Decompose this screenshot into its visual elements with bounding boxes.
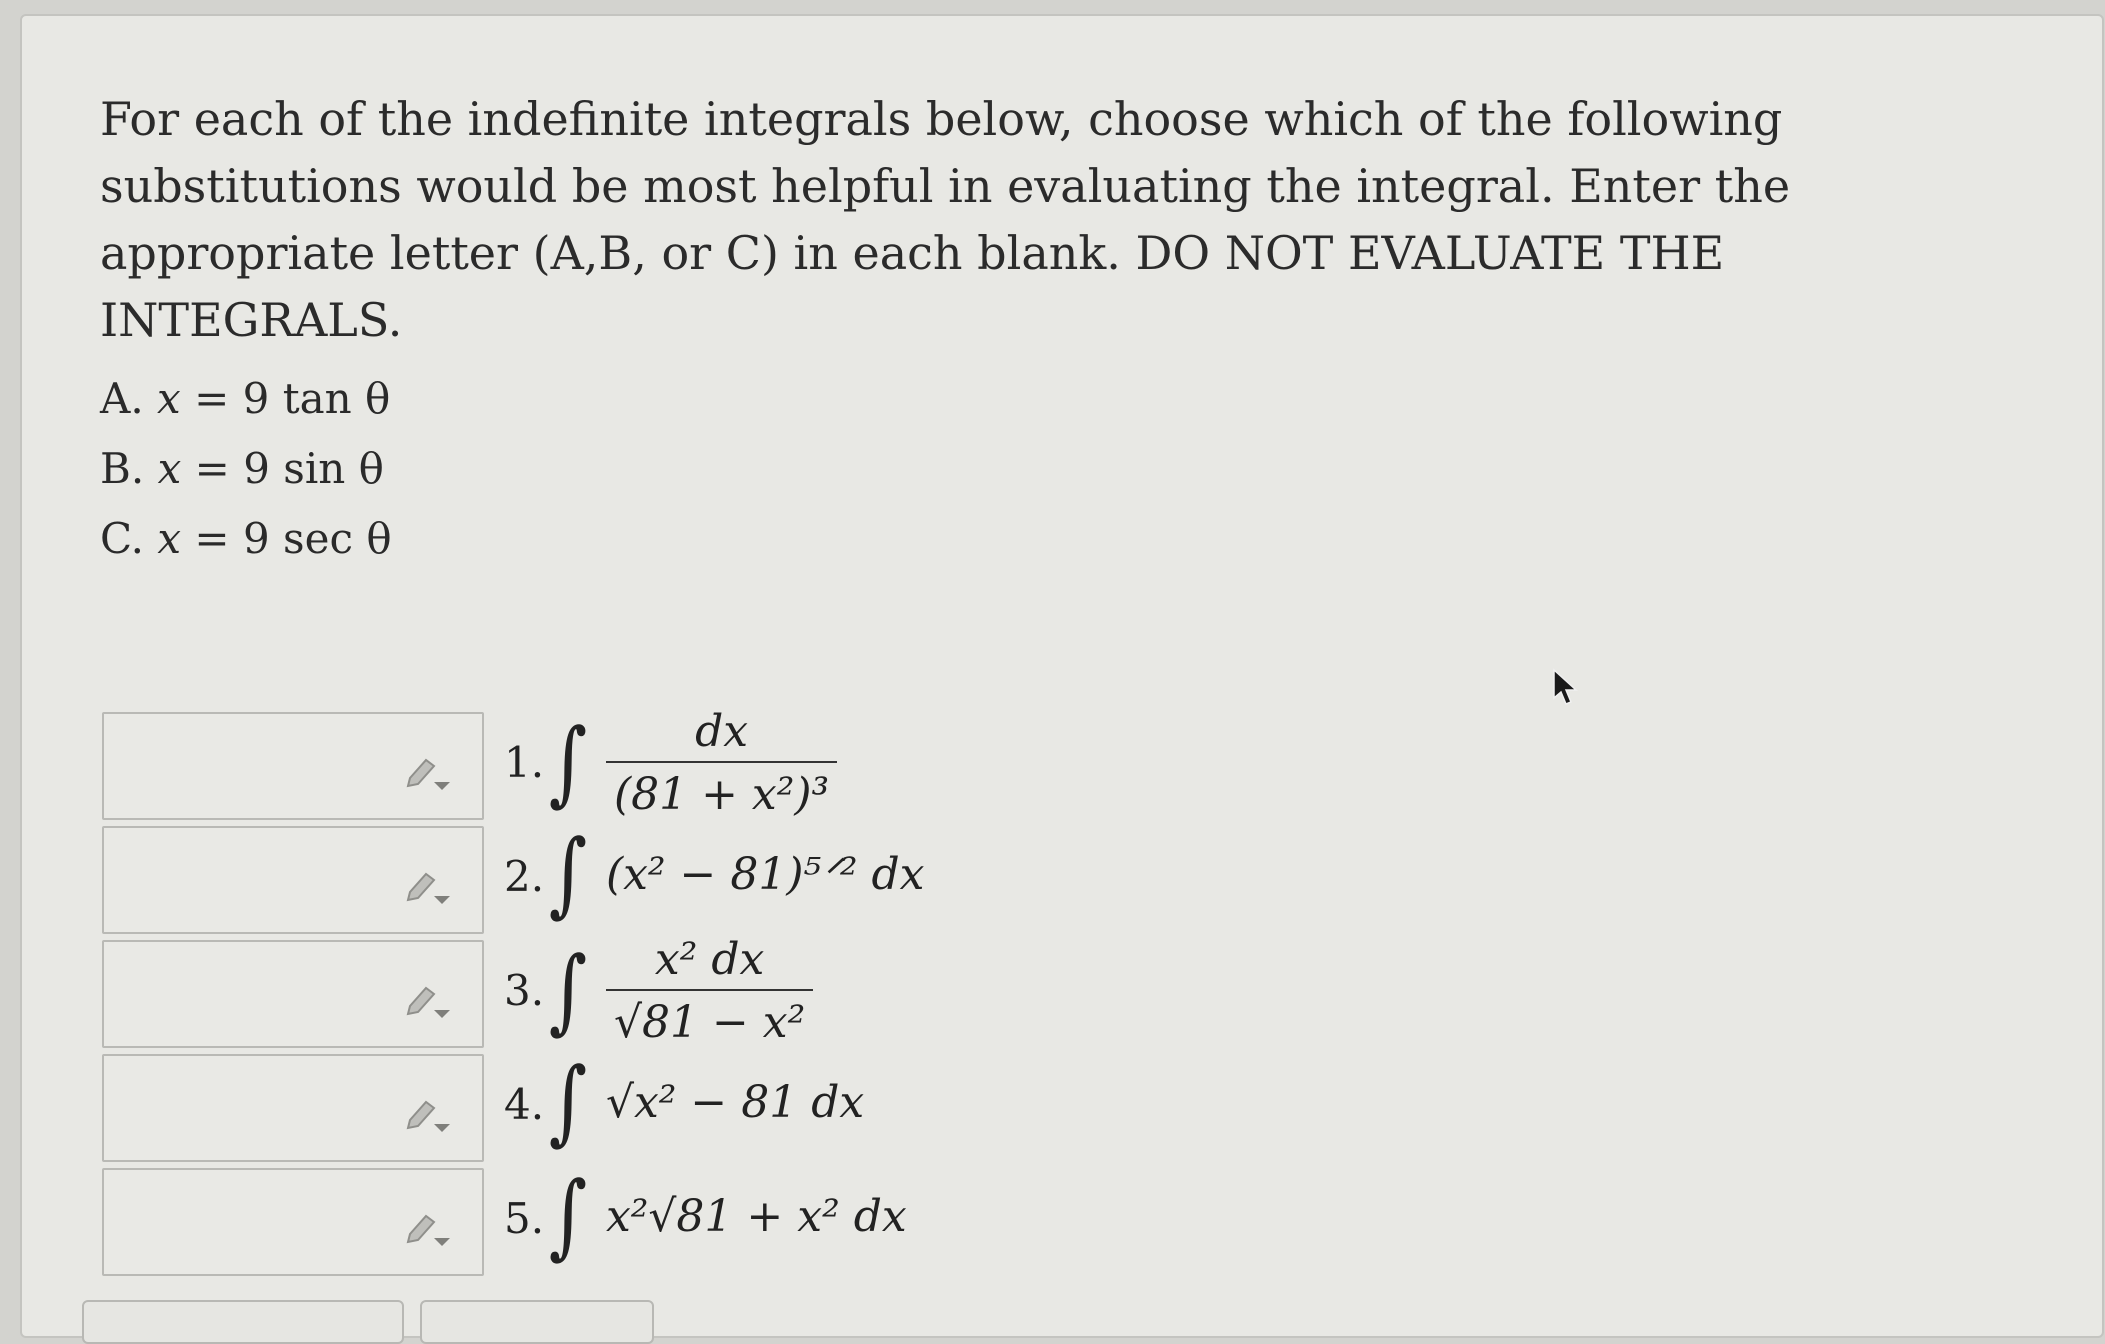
- choice-substitution: 9 sec θ: [242, 514, 392, 563]
- numerator: x² dx: [605, 934, 814, 991]
- item-number: 2.: [504, 852, 545, 901]
- pencil-dropdown-icon[interactable]: [404, 748, 458, 792]
- choice-c: C. x = 9 sec θ: [100, 508, 392, 578]
- answer-box-2[interactable]: [102, 826, 484, 934]
- denominator: (81 + x²)³: [613, 769, 830, 820]
- choice-b: B. x = 9 sin θ: [100, 438, 392, 508]
- integrand: √x² − 81 dx: [605, 1076, 865, 1128]
- choice-variable: x: [157, 444, 182, 493]
- substitution-choices: A. x = 9 tan θ B. x = 9 sin θ C. x = 9 s…: [100, 368, 392, 578]
- choice-equals: =: [194, 444, 230, 493]
- integral-sign: ∫: [548, 1162, 588, 1269]
- integral-expression: ∫ x² dx √81 − x²: [544, 934, 1444, 1048]
- fraction: x² dx √81 − x²: [605, 934, 814, 1048]
- choice-letter: A.: [100, 374, 144, 423]
- pencil-dropdown-icon[interactable]: [404, 1204, 458, 1248]
- fraction: dx (81 + x²)³: [605, 706, 838, 820]
- pencil-dropdown-icon[interactable]: [404, 862, 458, 906]
- answer-input-5[interactable]: [108, 1174, 412, 1270]
- bottom-button-left[interactable]: [82, 1300, 404, 1344]
- answer-box-4[interactable]: [102, 1054, 484, 1162]
- item-number: 4.: [504, 1080, 545, 1129]
- item-number: 1.: [504, 738, 545, 787]
- denominator: √81 − x²: [613, 997, 806, 1048]
- question-panel: For each of the indefinite integrals bel…: [20, 14, 2104, 1338]
- integral-sign: ∫: [548, 937, 588, 1044]
- item-number: 3.: [504, 966, 545, 1015]
- choice-a: A. x = 9 tan θ: [100, 368, 392, 438]
- answer-input-1[interactable]: [108, 718, 412, 814]
- integral-sign: ∫: [548, 820, 588, 927]
- answer-input-3[interactable]: [108, 946, 412, 1042]
- integral-expression: ∫ dx (81 + x²)³: [544, 706, 1444, 820]
- choice-substitution: 9 sin θ: [243, 444, 384, 493]
- integrand: x²√81 + x² dx: [605, 1190, 907, 1242]
- choice-letter: C.: [100, 514, 144, 563]
- mouse-pointer-icon: [1553, 668, 1578, 705]
- answer-input-4[interactable]: [108, 1060, 412, 1156]
- question-text: For each of the indefinite integrals bel…: [100, 92, 1791, 347]
- answer-box-1[interactable]: [102, 712, 484, 820]
- pencil-dropdown-icon[interactable]: [404, 1090, 458, 1134]
- numerator: dx: [605, 706, 838, 763]
- answer-box-5[interactable]: [102, 1168, 484, 1276]
- choice-equals: =: [194, 514, 230, 563]
- integral-expression: ∫ √x² − 81 dx: [544, 1056, 1444, 1148]
- bottom-button-right[interactable]: [420, 1300, 654, 1344]
- integral-sign: ∫: [548, 1048, 588, 1155]
- choice-substitution: 9 tan θ: [242, 374, 391, 423]
- choice-variable: x: [157, 514, 182, 563]
- item-number: 5.: [504, 1194, 545, 1243]
- choice-letter: B.: [100, 444, 145, 493]
- integral-expression: ∫ (x² − 81)⁵ᐟ² dx: [544, 828, 1444, 920]
- integral-sign: ∫: [548, 709, 588, 816]
- choice-equals: =: [194, 374, 230, 423]
- pencil-dropdown-icon[interactable]: [404, 976, 458, 1020]
- integrand: (x² − 81)⁵ᐟ² dx: [605, 848, 925, 900]
- integral-expression: ∫ x²√81 + x² dx: [544, 1170, 1444, 1262]
- choice-variable: x: [157, 374, 181, 423]
- answer-input-2[interactable]: [108, 832, 412, 928]
- answer-box-3[interactable]: [102, 940, 484, 1048]
